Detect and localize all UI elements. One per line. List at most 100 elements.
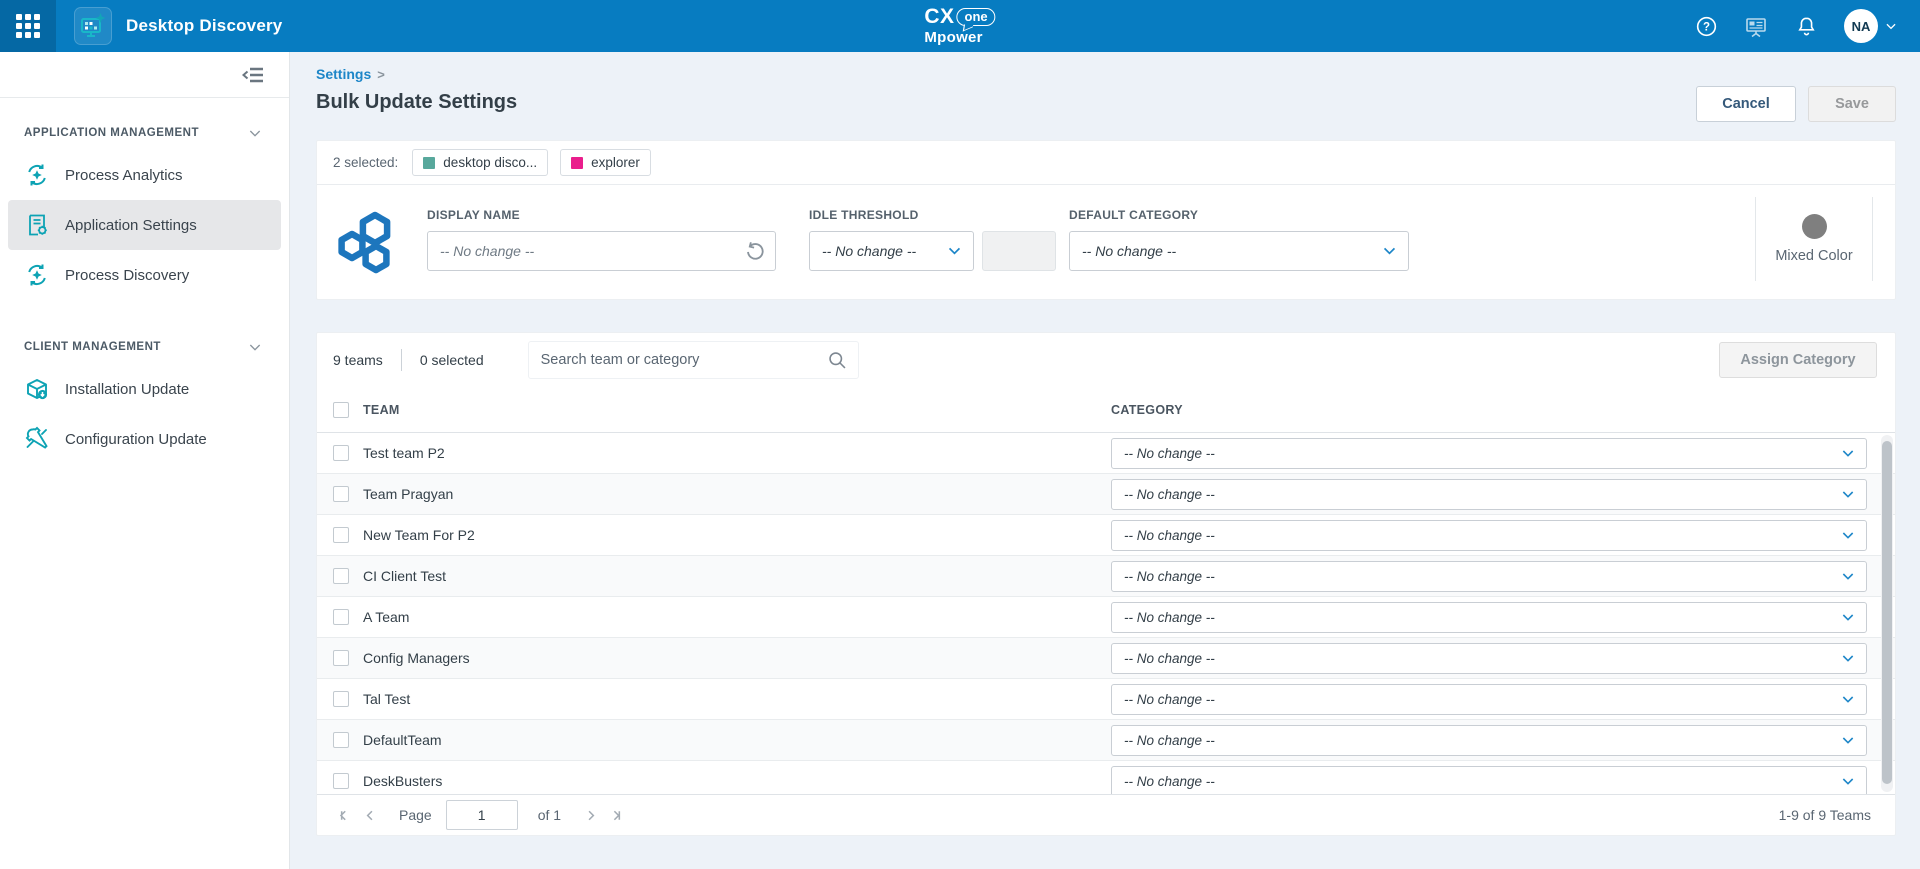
page-of-label: of 1 xyxy=(538,807,561,823)
app-color-swatch xyxy=(571,157,583,169)
previous-page-icon[interactable] xyxy=(357,802,383,828)
team-search[interactable] xyxy=(528,341,859,379)
configuration-update-icon xyxy=(24,426,50,452)
default-category-dropdown[interactable]: -- No change -- xyxy=(1069,231,1409,271)
avatar[interactable]: NA xyxy=(1844,9,1878,43)
chevron-down-icon xyxy=(1840,609,1856,625)
selected-teams-count: 0 selected xyxy=(420,352,484,368)
display-name-input[interactable] xyxy=(427,231,776,271)
row-checkbox[interactable] xyxy=(333,486,349,502)
idle-threshold-dropdown[interactable]: -- No change -- xyxy=(809,231,974,271)
chevron-down-icon xyxy=(1840,486,1856,502)
idle-threshold-value-input[interactable] xyxy=(982,231,1056,271)
last-page-icon[interactable] xyxy=(603,802,629,828)
assign-category-button[interactable]: Assign Category xyxy=(1719,342,1877,378)
team-name: Config Managers xyxy=(363,650,1111,666)
table-row[interactable]: DefaultTeam -- No change -- xyxy=(317,720,1895,761)
sidebar-item-installation-update[interactable]: Installation Update xyxy=(8,364,281,414)
reset-icon[interactable] xyxy=(744,240,766,262)
user-menu[interactable]: NA xyxy=(1844,9,1898,43)
next-page-icon[interactable] xyxy=(577,802,603,828)
mixed-color-swatch[interactable] xyxy=(1802,214,1827,239)
cxone-mpower-logo: CX one Mpower xyxy=(924,6,995,45)
desktop-discovery-logo xyxy=(74,7,112,45)
app-color-swatch xyxy=(423,157,435,169)
table-row[interactable]: Config Managers -- No change -- xyxy=(317,638,1895,679)
team-name: Tal Test xyxy=(363,691,1111,707)
chip-label: explorer xyxy=(591,155,640,170)
page-number-input[interactable] xyxy=(446,800,518,830)
help-icon[interactable]: ? xyxy=(1694,14,1718,38)
save-button[interactable]: Save xyxy=(1808,86,1896,122)
chevron-down-icon xyxy=(1840,650,1856,666)
mixed-color-control[interactable]: Mixed Color xyxy=(1755,197,1873,281)
category-dropdown[interactable]: -- No change -- xyxy=(1111,561,1867,592)
search-icon[interactable] xyxy=(827,350,848,371)
sidebar-section-client-management[interactable]: CLIENT MANAGEMENT xyxy=(0,330,289,364)
table-row[interactable]: Team Pragyan -- No change -- xyxy=(317,474,1895,515)
category-dropdown[interactable]: -- No change -- xyxy=(1111,602,1867,633)
team-name: DeskBusters xyxy=(363,773,1111,789)
table-row[interactable]: CI Client Test -- No change -- xyxy=(317,556,1895,597)
selected-app-chip[interactable]: desktop disco... xyxy=(412,149,548,176)
sidebar-item-label: Installation Update xyxy=(65,381,189,398)
table-row[interactable]: DeskBusters -- No change -- xyxy=(317,761,1895,794)
category-dropdown[interactable]: -- No change -- xyxy=(1111,684,1867,715)
sidebar: APPLICATION MANAGEMENT Process Analytics xyxy=(0,52,290,869)
category-dropdown[interactable]: -- No change -- xyxy=(1111,438,1867,469)
team-name: DefaultTeam xyxy=(363,732,1111,748)
row-checkbox[interactable] xyxy=(333,650,349,666)
sidebar-item-process-analytics[interactable]: Process Analytics xyxy=(8,150,281,200)
presentation-icon[interactable] xyxy=(1744,14,1768,38)
team-search-input[interactable] xyxy=(541,352,827,368)
chevron-down-icon xyxy=(946,242,963,259)
sidebar-item-label: Application Settings xyxy=(65,217,197,234)
table-scrollbar[interactable] xyxy=(1881,435,1893,792)
category-dropdown[interactable]: -- No change -- xyxy=(1111,643,1867,674)
breadcrumb-settings[interactable]: Settings xyxy=(316,66,371,82)
team-name: New Team For P2 xyxy=(363,527,1111,543)
category-value: -- No change -- xyxy=(1124,733,1840,748)
monitor-sparkle-icon xyxy=(79,12,107,40)
category-dropdown[interactable]: -- No change -- xyxy=(1111,520,1867,551)
svg-text:?: ? xyxy=(1702,21,1709,33)
table-row[interactable]: Test team P2 -- No change -- xyxy=(317,433,1895,474)
row-checkbox[interactable] xyxy=(333,691,349,707)
row-checkbox[interactable] xyxy=(333,732,349,748)
sidebar-item-application-settings[interactable]: Application Settings xyxy=(8,200,281,250)
category-dropdown[interactable]: -- No change -- xyxy=(1111,766,1867,795)
row-checkbox[interactable] xyxy=(333,609,349,625)
scrollbar-thumb[interactable] xyxy=(1882,441,1892,784)
section-label: APPLICATION MANAGEMENT xyxy=(24,127,199,139)
brand-cx: CX xyxy=(924,6,954,27)
app-grid-icon xyxy=(16,14,40,38)
teams-count: 9 teams xyxy=(333,352,383,368)
process-analytics-icon xyxy=(24,162,50,188)
row-checkbox[interactable] xyxy=(333,445,349,461)
table-row[interactable]: New Team For P2 -- No change -- xyxy=(317,515,1895,556)
row-checkbox[interactable] xyxy=(333,773,349,789)
team-name: A Team xyxy=(363,609,1111,625)
category-value: -- No change -- xyxy=(1124,610,1840,625)
sidebar-item-process-discovery[interactable]: Process Discovery xyxy=(8,250,281,300)
chevron-down-icon xyxy=(1381,242,1398,259)
row-checkbox[interactable] xyxy=(333,568,349,584)
sidebar-item-configuration-update[interactable]: Configuration Update xyxy=(8,414,281,464)
team-name: Test team P2 xyxy=(363,445,1111,461)
notifications-bell-icon[interactable] xyxy=(1794,14,1818,38)
sidebar-collapse-icon[interactable] xyxy=(241,64,265,86)
table-row[interactable]: A Team -- No change -- xyxy=(317,597,1895,638)
selected-app-chip[interactable]: explorer xyxy=(560,149,651,176)
app-launcher-button[interactable] xyxy=(0,0,56,52)
pagination-bar: Page of 1 1-9 of 9 Teams xyxy=(317,794,1895,835)
category-dropdown[interactable]: -- No change -- xyxy=(1111,725,1867,756)
category-dropdown[interactable]: -- No change -- xyxy=(1111,479,1867,510)
sidebar-item-label: Process Analytics xyxy=(65,167,183,184)
table-row[interactable]: Tal Test -- No change -- xyxy=(317,679,1895,720)
select-all-checkbox[interactable] xyxy=(333,402,349,418)
row-checkbox[interactable] xyxy=(333,527,349,543)
first-page-icon[interactable] xyxy=(331,802,357,828)
application-hexagon-icon xyxy=(335,210,399,274)
cancel-button[interactable]: Cancel xyxy=(1696,86,1796,122)
sidebar-section-application-management[interactable]: APPLICATION MANAGEMENT xyxy=(0,116,289,150)
